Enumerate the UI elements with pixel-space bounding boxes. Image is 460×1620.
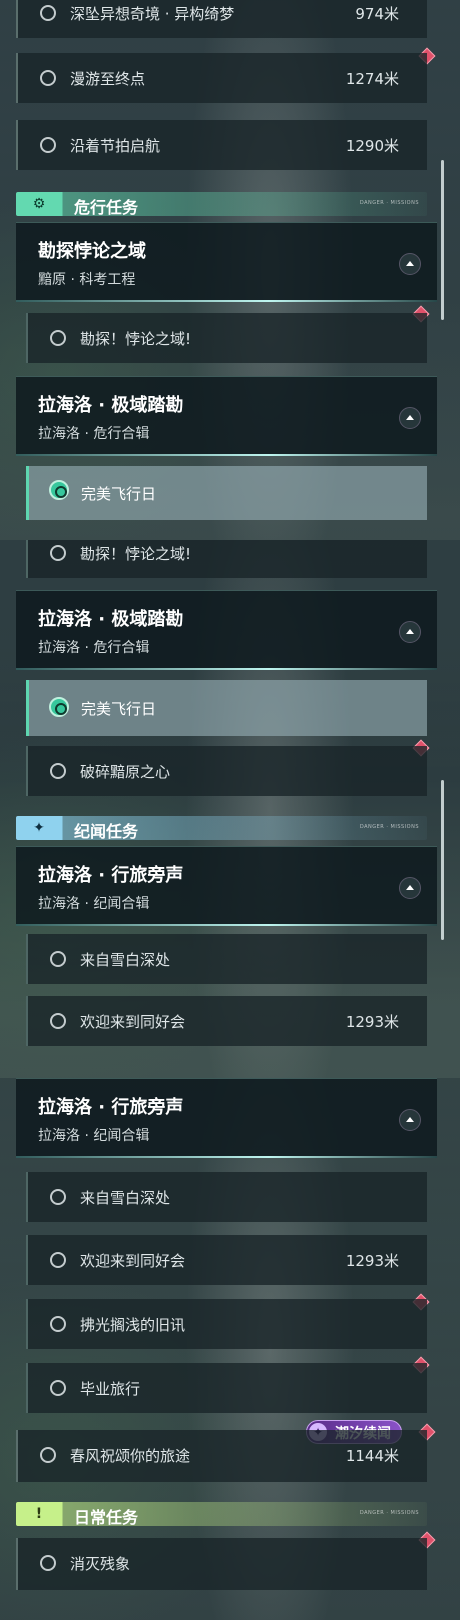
group-title: 勘探悖论之域 [38,241,146,262]
flight-mission-icon [49,480,69,500]
quest-circle-icon [40,1555,56,1571]
quest-group-header[interactable]: 拉海洛 · 行旅旁声 拉海洛 · 纪闻合辑 [16,1078,437,1158]
quest-row[interactable]: 勘探！悖论之域! [26,313,427,363]
quest-label: 勘探！悖论之域! [80,545,192,563]
quest-row[interactable]: 来自雪白深处 [26,1172,427,1222]
group-title: 拉海洛 · 极域踏勘 [38,395,184,416]
quest-circle-icon [40,70,56,86]
quest-label: 欢迎来到同好会 [80,1252,186,1270]
quest-circle-icon [50,1252,66,1268]
quest-circle-icon [40,5,56,21]
quest-circle-icon [50,1380,66,1396]
quest-row[interactable]: 勘探！悖论之域! [26,540,427,578]
quest-circle-icon [50,545,66,561]
quest-row[interactable]: 拂光搁浅的旧讯 [26,1299,427,1349]
quest-circle-icon [40,1447,56,1463]
flight-mission-icon [49,697,69,717]
quest-circle-icon [50,951,66,967]
quest-distance: 1274米 [345,70,399,88]
quest-row[interactable]: 春风祝颂你的旅途 1144米 [16,1430,427,1482]
group-title: 拉海洛 · 行旅旁声 [38,1097,184,1118]
quest-label: 来自雪白深处 [80,951,171,969]
quest-label: 勘探！悖论之域! [80,330,192,348]
danger-missions-header: ⚙ 危行任务 DANGER · MISSIONS [16,192,427,217]
quest-circle-icon [50,1013,66,1029]
quest-circle-icon [40,137,56,153]
quest-label: 消灭残象 [70,1555,131,1573]
quest-row[interactable]: 来自雪白深处 [26,934,427,984]
quest-label: 毕业旅行 [80,1380,141,1398]
section-tag: DANGER · MISSIONS [359,200,419,206]
journal-missions-header: ✦ 纪闻任务 DANGER · MISSIONS [16,816,427,841]
quest-group-header[interactable]: 拉海洛 · 行旅旁声 拉海洛 · 纪闻合辑 [16,846,437,926]
danger-gear-icon: ⚙ [32,196,46,212]
quest-row[interactable]: 欢迎来到同好会 1293米 [26,996,427,1046]
quest-row-active[interactable]: 完美飞行日 [26,680,427,736]
collapse-chevron-icon[interactable] [399,407,421,429]
group-subtitle: 拉海洛 · 危行合辑 [38,426,150,442]
quest-row[interactable]: 深坠异想奇境 · 异构绮梦 974米 [16,0,427,38]
sparkle-star-icon: ✦ [33,820,45,836]
quest-label: 来自雪白深处 [80,1189,171,1207]
quest-distance: 1293米 [345,1013,399,1031]
scrollbar-thumb[interactable] [441,780,444,940]
quest-label: 完美飞行日 [81,700,157,718]
collapse-chevron-icon[interactable] [399,877,421,899]
group-title: 拉海洛 · 极域踏勘 [38,609,184,630]
quest-row[interactable]: 沿着节拍启航 1290米 [16,120,427,170]
daily-missions-header: ! 日常任务 DANGER · MISSIONS [16,1502,427,1527]
quest-row[interactable]: 欢迎来到同好会 1293米 [26,1235,427,1285]
quest-circle-icon [50,330,66,346]
group-subtitle: 拉海洛 · 危行合辑 [38,640,150,656]
section-title: 危行任务 [74,198,139,217]
collapse-chevron-icon[interactable] [399,253,421,275]
section-title: 日常任务 [74,1508,139,1527]
section-tag: DANGER · MISSIONS [359,1510,419,1516]
collapse-chevron-icon[interactable] [399,1109,421,1131]
group-subtitle: 拉海洛 · 纪闻合辑 [38,896,150,912]
quest-label: 深坠异想奇境 · 异构绮梦 [70,5,235,23]
quest-row-active[interactable]: 完美飞行日 [26,466,427,520]
quest-distance: 1293米 [345,1252,399,1270]
group-title: 拉海洛 · 行旅旁声 [38,865,184,886]
quest-circle-icon [50,763,66,779]
panel-section-c: 拉海洛 · 行旅旁声 拉海洛 · 纪闻合辑 来自雪白深处 欢迎来到同好会 129… [0,1078,460,1620]
quest-circle-icon [50,1316,66,1332]
quest-group-header[interactable]: 拉海洛 · 极域踏勘 拉海洛 · 危行合辑 [16,376,437,456]
group-subtitle: 拉海洛 · 纪闻合辑 [38,1128,150,1144]
quest-label: 欢迎来到同好会 [80,1013,186,1031]
panel-section-a: 深坠异想奇境 · 异构绮梦 974米 漫游至终点 1274米 沿着节拍启航 12… [0,0,460,540]
section-tag: DANGER · MISSIONS [359,824,419,830]
section-title: 纪闻任务 [74,822,139,841]
quest-label: 沿着节拍启航 [70,137,161,155]
panel-section-b: 勘探！悖论之域! 拉海洛 · 极域踏勘 拉海洛 · 危行合辑 完美飞行日 破碎黯… [0,540,460,1078]
quest-row[interactable]: 破碎黯原之心 [26,746,427,796]
quest-label: 破碎黯原之心 [80,763,171,781]
quest-label: 漫游至终点 [70,70,146,88]
collapse-chevron-icon[interactable] [399,621,421,643]
quest-group-header[interactable]: 拉海洛 · 极域踏勘 拉海洛 · 危行合辑 [16,590,437,670]
quest-row[interactable]: 漫游至终点 1274米 [16,53,427,103]
group-subtitle: 黯原 · 科考工程 [38,272,136,288]
quest-label: 完美飞行日 [81,485,157,503]
quest-distance: 1144米 [345,1447,399,1465]
quest-label: 拂光搁浅的旧讯 [80,1316,186,1334]
quest-row[interactable]: 消灭残象 [16,1538,427,1590]
quest-group-header[interactable]: 勘探悖论之域 黯原 · 科考工程 [16,222,437,302]
quest-row[interactable]: 毕业旅行 [26,1363,427,1413]
scrollbar-thumb[interactable] [441,160,444,320]
quest-distance: 974米 [355,5,399,23]
quest-circle-icon [50,1189,66,1205]
quest-label: 春风祝颂你的旅途 [70,1447,191,1465]
quest-distance: 1290米 [345,137,399,155]
exclamation-icon: ! [35,1506,43,1522]
